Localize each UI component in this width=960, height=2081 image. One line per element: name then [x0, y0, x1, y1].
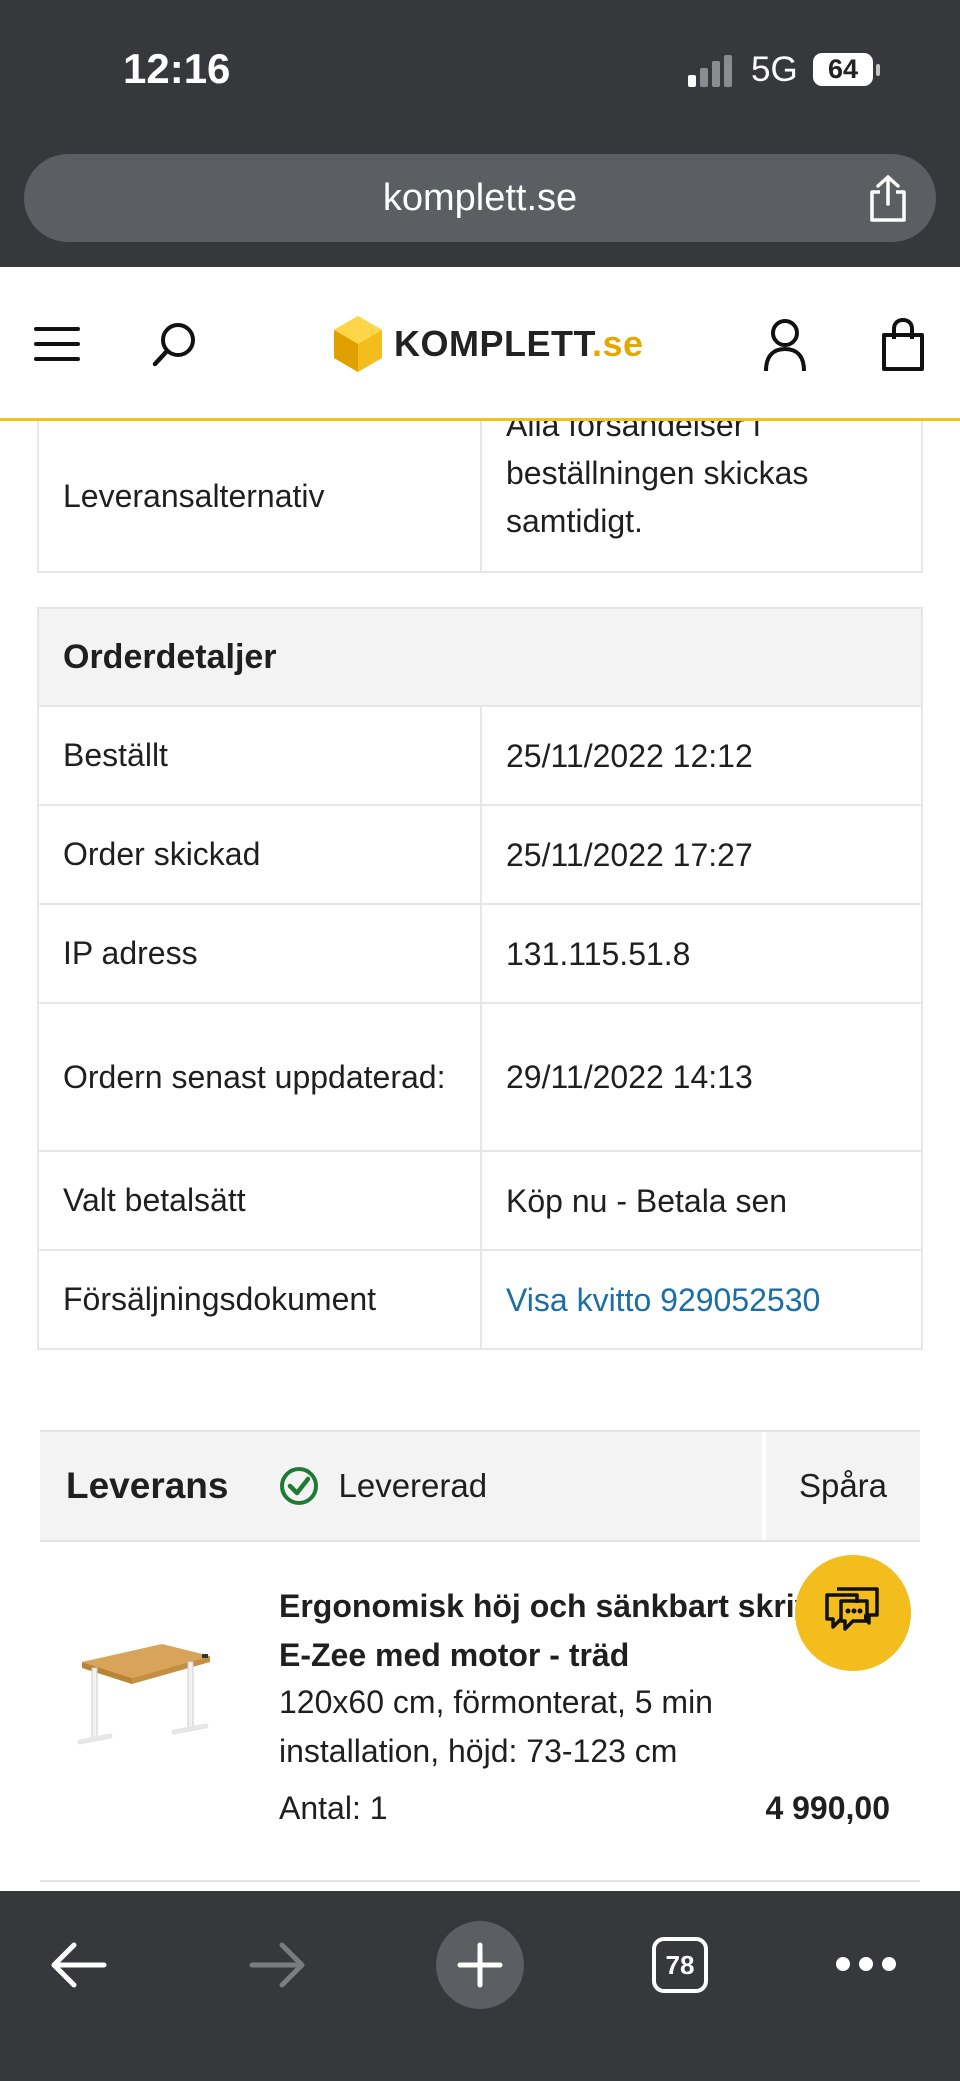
receipt-link[interactable]: Visa kvitto 929052530: [506, 1276, 820, 1324]
user-icon[interactable]: [762, 317, 808, 373]
product-price: 4 990,00: [765, 1790, 890, 1826]
battery-tip: [876, 64, 880, 76]
browser-bottom-bar: 78: [0, 1891, 960, 2081]
network-type: 5G: [751, 50, 798, 89]
delivery-section: Leverans Levererad Spåra Ergonomisk höj …: [40, 1430, 920, 1882]
battery-icon: 64: [813, 53, 873, 86]
delivery-title-area: Leverans Levererad: [40, 1432, 766, 1540]
search-icon[interactable]: [150, 319, 200, 369]
share-icon[interactable]: [866, 174, 910, 222]
product-quantity: Antal: 1: [279, 1790, 388, 1826]
table-row: Ordern senast uppdaterad: 29/11/2022 14:…: [39, 1002, 921, 1150]
product-description: 120x60 cm, förmonterat, 5 min installati…: [279, 1684, 713, 1769]
order-details-table: Orderdetaljer Beställt 25/11/2022 12:12 …: [37, 607, 923, 1350]
product-name-line2: E-Zee med motor - träd: [279, 1637, 630, 1673]
logo-mark-icon: [334, 316, 382, 372]
menu-icon[interactable]: [34, 327, 80, 361]
forward-arrow-icon[interactable]: [248, 1937, 308, 1993]
delivery-title: Leverans: [66, 1465, 229, 1506]
site-header: KOMPLETT.se: [0, 267, 960, 421]
browser-top-bar: 12:16 5G 64 komplett.se: [0, 0, 960, 267]
status-time: 12:16: [123, 45, 231, 92]
tab-switcher-button[interactable]: 78: [652, 1937, 708, 1993]
plus-icon: [457, 1942, 503, 1988]
chat-icon: [825, 1587, 879, 1631]
row-label: Försäljningsdokument: [39, 1251, 482, 1348]
signal-icon: [688, 55, 732, 87]
url-text: komplett.se: [382, 177, 578, 219]
more-icon[interactable]: [836, 1957, 896, 1973]
row-value: 29/11/2022 14:13: [506, 1059, 753, 1095]
back-arrow-icon[interactable]: [48, 1937, 108, 1993]
desk-product-image: [77, 1644, 210, 1745]
table-row: IP adress 131.115.51.8: [39, 903, 921, 1002]
table-row: Beställt 25/11/2022 12:12: [39, 705, 921, 804]
table-row: Försäljningsdokument Visa kvitto 9290525…: [39, 1249, 921, 1348]
new-tab-button[interactable]: [436, 1921, 524, 2009]
row-label: Beställt: [39, 707, 482, 804]
row-value: 25/11/2022 17:27: [506, 836, 753, 873]
row-value: 25/11/2022 12:12: [506, 737, 753, 774]
product-name[interactable]: Ergonomisk höj och sänkbart skrivbord E-…: [279, 1582, 879, 1680]
product-name-line1: Ergonomisk höj och sänkbart skrivbord: [279, 1588, 879, 1624]
delivery-header: Leverans Levererad Spåra: [40, 1432, 920, 1542]
product-item[interactable]: Ergonomisk höj och sänkbart skrivbord E-…: [40, 1542, 920, 1882]
order-details-heading: Orderdetaljer: [39, 609, 921, 705]
track-button[interactable]: Spåra: [766, 1432, 920, 1540]
row-value: Alla försändelser i beställningen skicka…: [506, 421, 809, 539]
address-bar[interactable]: komplett.se: [24, 154, 936, 242]
row-value: Köp nu - Betala sen: [506, 1182, 788, 1219]
table-row: Valt betalsätt Köp nu - Betala sen: [39, 1150, 921, 1249]
check-circle-icon: [279, 1467, 318, 1505]
row-label: Leveransalternativ: [39, 421, 482, 571]
logo-text: KOMPLETT.se: [394, 323, 644, 364]
row-label: IP adress: [39, 905, 482, 1002]
table-row: Order skickad 25/11/2022 17:27: [39, 804, 921, 903]
cart-icon[interactable]: [880, 317, 926, 373]
row-label: Order skickad: [39, 806, 482, 903]
table-row: Leveransalternativ Alla försändelser i b…: [39, 421, 921, 571]
row-label: Valt betalsätt: [39, 1152, 482, 1249]
row-value: 131.115.51.8: [506, 935, 691, 972]
komplett-logo[interactable]: KOMPLETT.se: [330, 313, 643, 375]
delivery-status: Levererad: [338, 1467, 488, 1504]
row-label: Ordern senast uppdaterad:: [39, 1004, 482, 1150]
chat-button[interactable]: [795, 1555, 911, 1671]
delivery-option-table: Leveransalternativ Alla försändelser i b…: [37, 421, 923, 573]
